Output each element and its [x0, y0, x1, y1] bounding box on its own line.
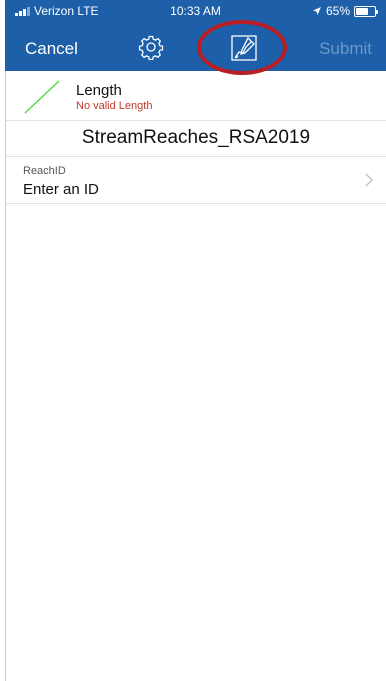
layer-name: StreamReaches_RSA2019 — [81, 127, 311, 148]
cancel-button[interactable]: Cancel — [25, 39, 78, 59]
battery-fill — [356, 7, 368, 15]
nav-bar: Cancel Submit — [5, 26, 386, 70]
sketch-edit-icon[interactable] — [230, 34, 258, 62]
geometry-title: Length — [76, 82, 122, 99]
divider — [6, 156, 386, 157]
field-value: Enter an ID — [23, 181, 99, 198]
field-row-reachid[interactable]: ReachID Enter an ID — [6, 162, 386, 204]
battery-percent: 65% — [325, 4, 350, 18]
location-arrow-icon — [312, 7, 321, 15]
geometry-status: No valid Length — [76, 100, 153, 112]
gear-icon[interactable] — [138, 34, 164, 60]
status-bar: Verizon LTE 10:33 AM 65% — [5, 0, 386, 22]
geometry-row[interactable]: Length No valid Length — [6, 71, 386, 121]
top-bar: Verizon LTE 10:33 AM 65% Cancel Submit — [5, 0, 386, 71]
chevron-right-icon — [365, 173, 374, 187]
polyline-icon — [24, 80, 60, 114]
battery-icon — [354, 5, 378, 17]
submit-button[interactable]: Submit — [319, 39, 372, 59]
field-label: ReachID — [23, 165, 66, 177]
